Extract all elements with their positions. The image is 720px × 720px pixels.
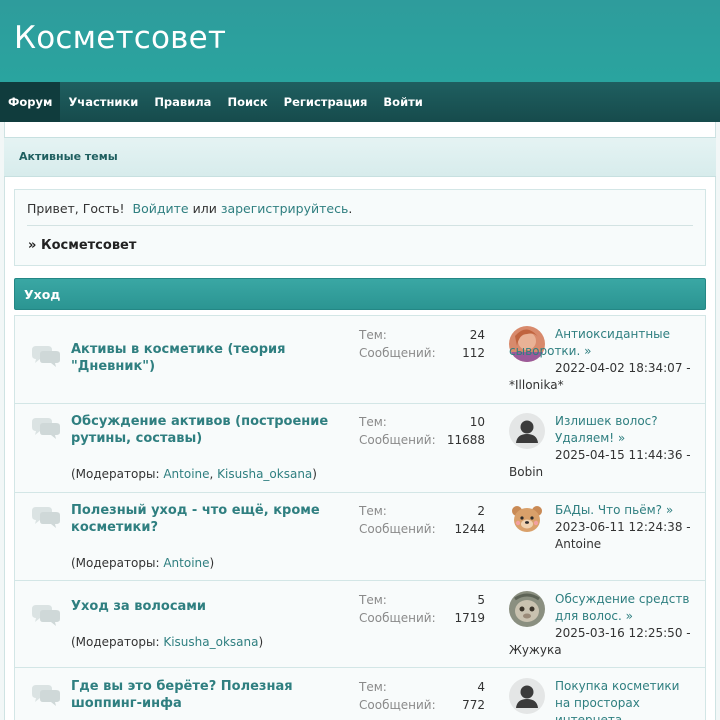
- topics-count: 24: [469, 328, 485, 342]
- board-title[interactable]: Активы в косметике (теория "Дневник"): [71, 341, 343, 375]
- breadcrumb-forum[interactable]: Косметсовет: [41, 238, 136, 253]
- topics-label: Тем:: [359, 593, 387, 607]
- forum-bubbles-icon: [30, 683, 62, 707]
- mods-suffix: ): [312, 467, 317, 481]
- category-title[interactable]: Уход: [24, 287, 60, 302]
- breadcrumb: » Косметсовет: [28, 238, 136, 253]
- board-list: Активы в косметике (теория "Дневник") Те…: [14, 315, 706, 720]
- last-post-title[interactable]: Обсуждение средств для волос. »: [555, 591, 699, 625]
- forum-bubbles-icon: [30, 603, 62, 627]
- board-title[interactable]: Где вы это берёте? Полезная шоппинг-инфа: [71, 678, 343, 712]
- posts-count: 772: [462, 698, 485, 712]
- topics-label: Тем:: [359, 504, 387, 518]
- board-title[interactable]: Обсуждение активов (построение рутины, с…: [71, 413, 343, 447]
- last-post: Излишек волос? Удаляем! » 2025-04-15 11:…: [509, 413, 699, 481]
- last-post-date: 2023-06-11 12:24:38 -: [555, 520, 691, 534]
- posts-count: 11688: [446, 433, 485, 447]
- last-post-title[interactable]: БАДы. Что пьём?: [555, 503, 662, 517]
- moderator-link[interactable]: Kisusha_oksana: [217, 467, 312, 481]
- moderator-link[interactable]: Kisusha_oksana: [163, 635, 258, 649]
- board-moderators: (Модераторы: Antoine): [71, 556, 214, 570]
- active-topics-bar: Активные темы: [4, 137, 716, 177]
- last-post-author[interactable]: *Illonika*: [509, 378, 564, 392]
- board-row: Где вы это берёте? Полезная шоппинг-инфа…: [15, 668, 705, 720]
- forum-bubbles-icon: [30, 344, 62, 368]
- last-post: БАДы. Что пьём? » 2023-06-11 12:24:38 - …: [509, 502, 699, 553]
- site-title[interactable]: Косметсовет: [14, 20, 226, 56]
- forum-bubbles-icon: [30, 505, 62, 529]
- last-post: Обсуждение средств для волос. » 2025-03-…: [509, 591, 699, 659]
- posts-count: 1244: [454, 522, 485, 536]
- last-post-date: 2025-03-16 12:25:50 -: [555, 626, 691, 640]
- last-post-arrow[interactable]: »: [584, 344, 591, 358]
- last-post-date: 2022-04-02 18:34:07 -: [555, 361, 691, 375]
- divider: [27, 225, 693, 226]
- forum-bubbles-icon: [30, 416, 62, 440]
- last-post-arrow[interactable]: »: [666, 503, 673, 517]
- board-moderators: (Модераторы: Kisusha_oksana): [71, 635, 263, 649]
- mods-suffix: ): [209, 556, 215, 570]
- greeting-period: .: [348, 201, 353, 216]
- topics-count: 5: [477, 593, 485, 607]
- last-post-author[interactable]: Bobin: [509, 465, 543, 479]
- last-post-author[interactable]: Жужука: [509, 643, 562, 657]
- last-post: Антиоксидантные сыворотки. » 2022-04-02 …: [509, 326, 699, 394]
- board-moderators: (Модераторы: Antoine, Kisusha_oksana): [71, 467, 317, 481]
- login-link[interactable]: Войдите: [133, 201, 189, 216]
- greeting-or: или: [192, 201, 217, 216]
- nav-login[interactable]: Войти: [375, 82, 430, 122]
- register-link[interactable]: зарегистрируйтесь: [221, 201, 349, 216]
- nav-rules[interactable]: Правила: [146, 82, 219, 122]
- nav-register[interactable]: Регистрация: [276, 82, 376, 122]
- breadcrumb-arrow: »: [28, 238, 37, 253]
- board-row: Полезный уход - что ещё, кроме косметики…: [15, 493, 705, 581]
- topics-label: Тем:: [359, 415, 387, 429]
- last-post-author[interactable]: Antoine: [555, 537, 601, 551]
- last-post-title[interactable]: Покупка косметики на просторах интернета…: [555, 678, 695, 720]
- board-row: Активы в косметике (теория "Дневник") Те…: [15, 316, 705, 404]
- greeting-text: Привет, Гость! Войдите или зарегистрируй…: [27, 201, 352, 216]
- last-post-title[interactable]: Излишек волос? Удаляем! »: [555, 413, 699, 447]
- mods-prefix: (Модераторы:: [71, 635, 160, 649]
- last-post-arrow[interactable]: »: [614, 431, 625, 445]
- board-title[interactable]: Полезный уход - что ещё, кроме косметики…: [71, 502, 343, 536]
- nav-members[interactable]: Участники: [60, 82, 146, 122]
- topics-count: 10: [469, 415, 485, 429]
- greeting-hello: Привет, Гость!: [27, 201, 125, 216]
- mods-prefix: (Модераторы:: [71, 467, 160, 481]
- topics-count: 4: [477, 680, 485, 694]
- board-row: Уход за волосами (Модераторы: Kisusha_ok…: [15, 581, 705, 668]
- greeting-box: Привет, Гость! Войдите или зарегистрируй…: [14, 189, 706, 266]
- mods-suffix: ): [258, 635, 264, 649]
- category-header: Уход: [14, 278, 706, 310]
- board-title[interactable]: Уход за волосами: [71, 598, 343, 615]
- moderator-link[interactable]: Antoine: [163, 556, 209, 570]
- mods-prefix: (Модераторы:: [71, 556, 160, 570]
- topics-label: Тем:: [359, 680, 387, 694]
- nav-search[interactable]: Поиск: [219, 82, 275, 122]
- last-post: Покупка косметики на просторах интернета…: [509, 678, 699, 720]
- main-nav: Форум Участники Правила Поиск Регистраци…: [0, 82, 720, 122]
- topics-label: Тем:: [359, 328, 387, 342]
- moderator-link[interactable]: Antoine: [163, 467, 209, 481]
- topics-count: 2: [477, 504, 485, 518]
- last-post-arrow[interactable]: »: [622, 609, 633, 623]
- active-topics-link[interactable]: Активные темы: [19, 150, 118, 163]
- board-row: Обсуждение активов (построение рутины, с…: [15, 404, 705, 493]
- site-header: Косметсовет: [0, 0, 720, 82]
- nav-forum[interactable]: Форум: [0, 82, 61, 122]
- posts-count: 1719: [454, 611, 485, 625]
- posts-count: 112: [462, 346, 485, 360]
- last-post-date: 2025-04-15 11:44:36 -: [555, 448, 691, 462]
